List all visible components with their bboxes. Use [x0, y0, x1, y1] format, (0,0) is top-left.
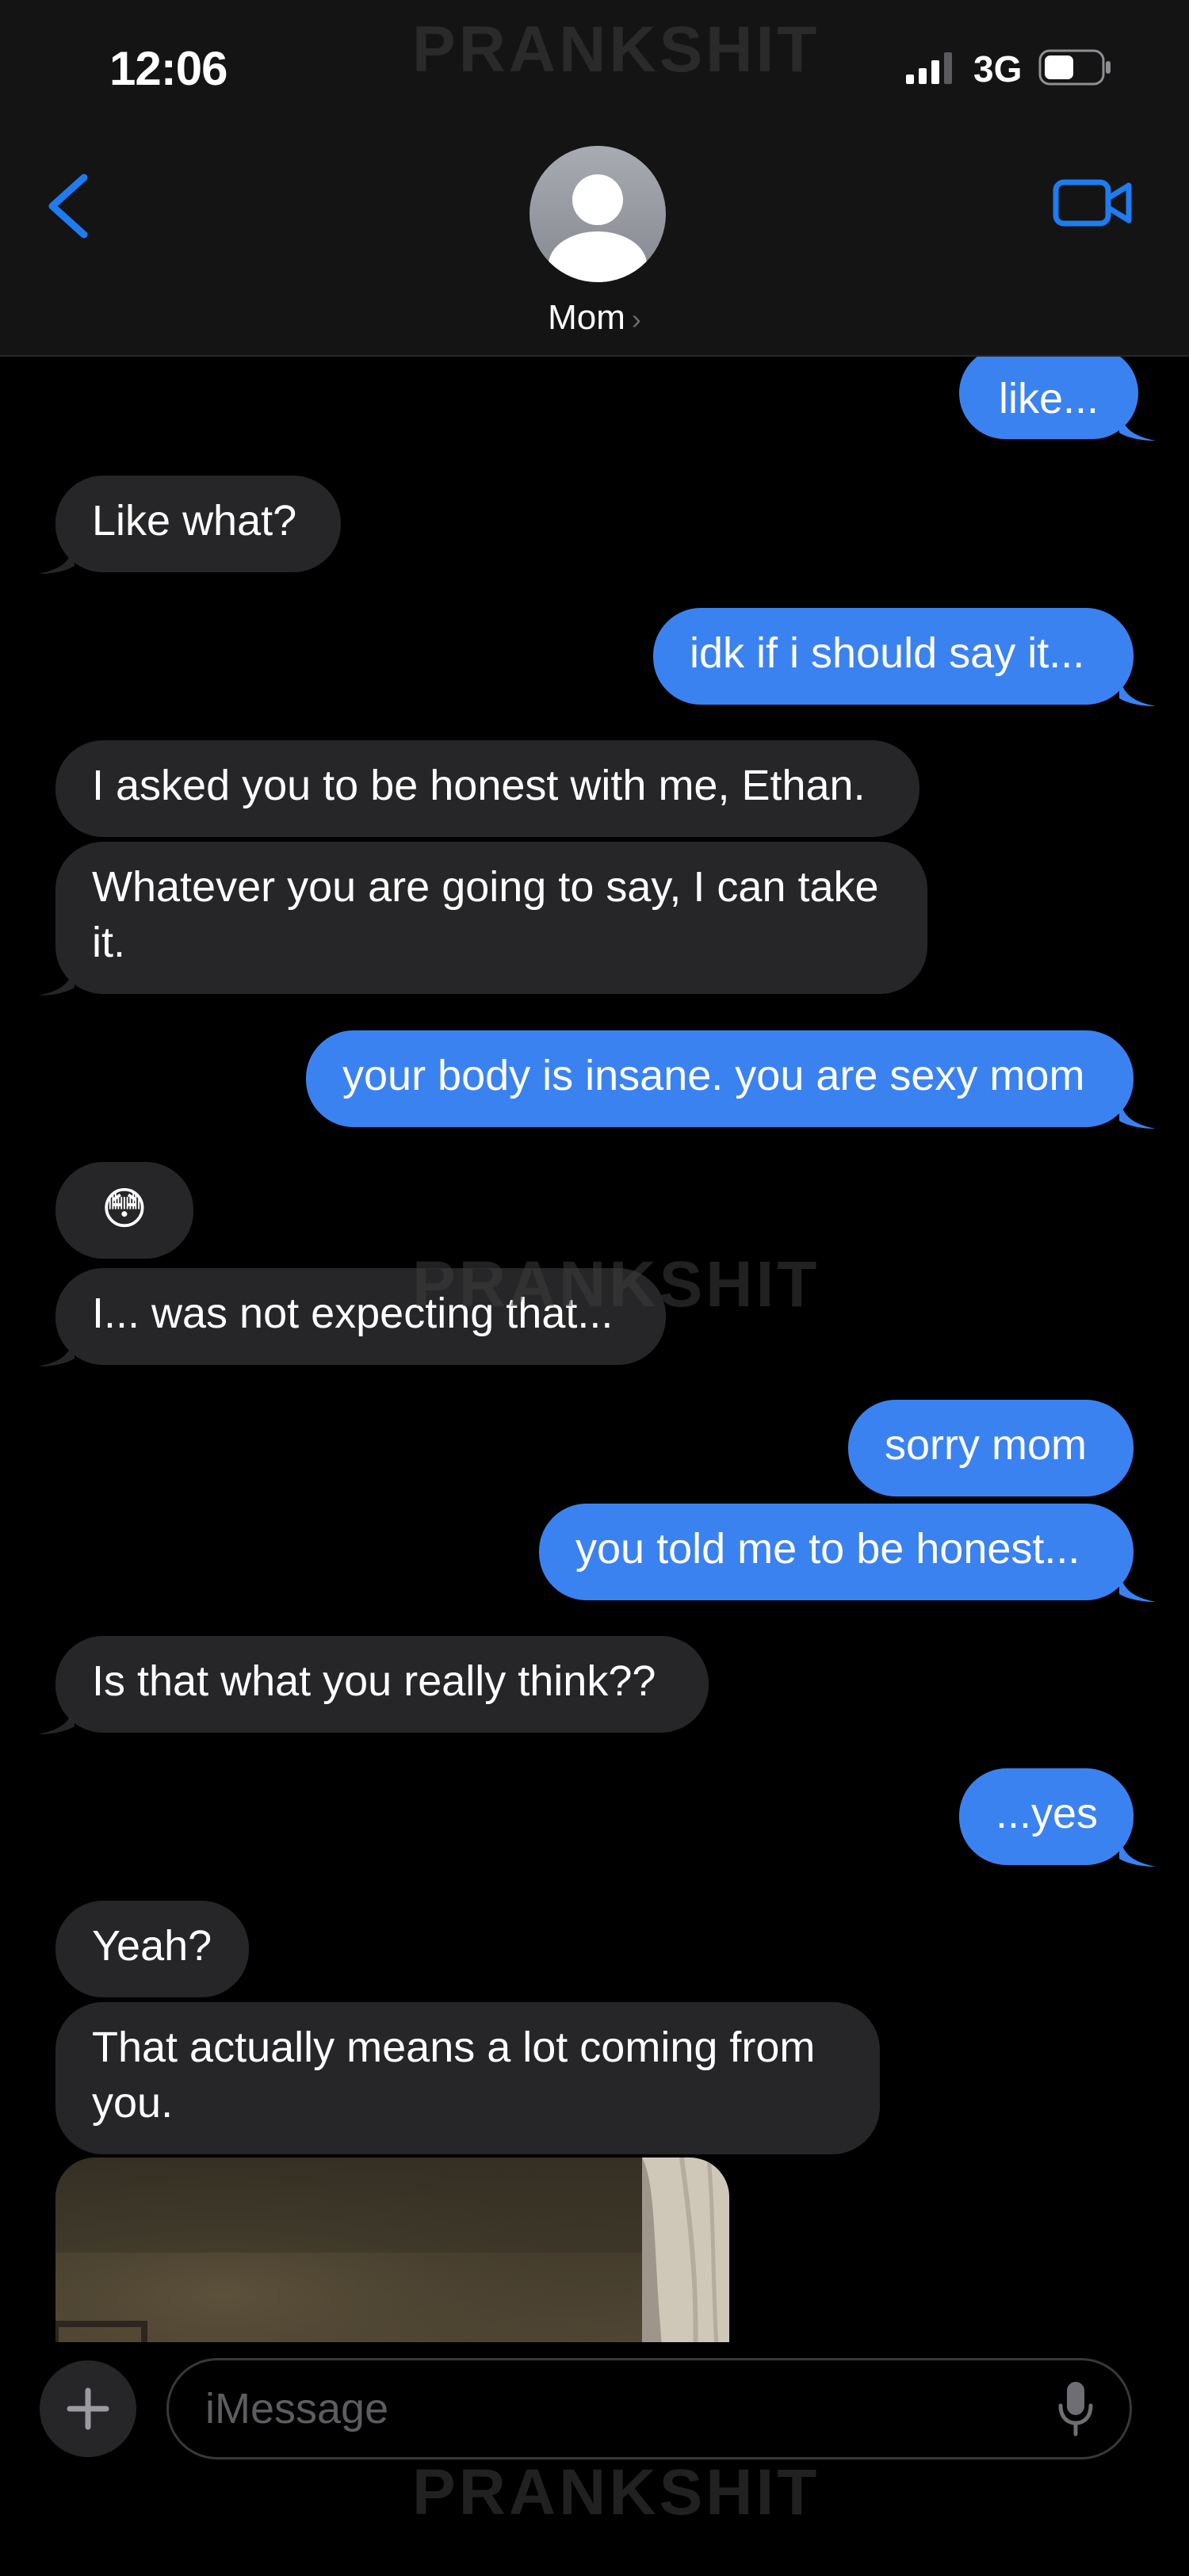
outgoing-bubble-tail [1119, 1097, 1156, 1129]
incoming-message[interactable]: I asked you to be honest with me, Ethan. [55, 740, 919, 837]
message-text: you told me to be honest... [575, 1525, 1080, 1573]
message-text: Whatever you are going to say, I can tak… [92, 863, 879, 966]
incoming-message[interactable]: Whatever you are going to say, I can tak… [55, 842, 927, 994]
chevron-right-icon: › [631, 303, 641, 335]
conversation-header: 12:06 3G Mom › [0, 0, 1189, 357]
outgoing-message[interactable]: sorry mom [848, 1400, 1134, 1496]
message-text: I... was not expecting that... [92, 1290, 614, 1337]
incoming-message[interactable]: I... was not expecting that... [55, 1268, 666, 1365]
message-text: sorry mom [885, 1421, 1087, 1469]
messages-screen: 12:06 3G Mom › PRANKSHIT PRANKSHIT PRANK… [0, 0, 1189, 2576]
contact-name-row: Mom › [476, 298, 713, 338]
message-text: Is that what you really think?? [92, 1657, 656, 1705]
outgoing-bubble-tail [1119, 409, 1156, 441]
message-text: your body is insane. you are sexy mom [342, 1052, 1085, 1099]
message-text: I asked you to be honest with me, Ethan. [92, 762, 866, 809]
incoming-bubble-tail [38, 964, 75, 996]
message-text: Like what? [92, 497, 297, 545]
outgoing-message[interactable]: you told me to be honest... [539, 1504, 1134, 1600]
back-button[interactable] [40, 166, 103, 246]
video-camera-icon [1053, 179, 1132, 227]
incoming-message[interactable]: Like what? [55, 476, 341, 572]
status-time: 12:06 [109, 42, 227, 95]
incoming-bubble-tail [38, 1335, 75, 1366]
outgoing-message[interactable]: like... [959, 347, 1138, 439]
message-text: idk if i should say it... [690, 629, 1085, 677]
person-silhouette-icon [549, 174, 647, 282]
message-text: Yeah? [92, 1922, 212, 1970]
contact-name: Mom [548, 298, 625, 337]
incoming-message[interactable]: Yeah? [55, 1901, 249, 1997]
incoming-emoji-message[interactable]: 😳 [55, 1162, 193, 1259]
outgoing-bubble-tail [1119, 1835, 1156, 1867]
message-compose-bar [0, 2342, 1189, 2576]
incoming-message[interactable]: Is that what you really think?? [55, 1636, 709, 1733]
plus-icon [67, 2387, 109, 2430]
video-call-button[interactable] [1053, 173, 1134, 233]
outgoing-message[interactable]: ...yes [959, 1768, 1134, 1865]
incoming-message[interactable]: That actually means a lot coming from yo… [55, 2002, 880, 2154]
incoming-bubble-tail [38, 542, 75, 574]
battery-icon [1038, 49, 1111, 86]
message-text: like... [998, 375, 1099, 422]
flushed-face-emoji: 😳 [101, 1183, 148, 1233]
message-text: That actually means a lot coming from yo… [92, 2024, 816, 2127]
outgoing-message[interactable]: your body is insane. you are sexy mom [306, 1030, 1134, 1127]
imessage-input[interactable] [166, 2358, 1132, 2459]
message-text: ...yes [996, 1790, 1099, 1837]
chevron-left-icon [48, 174, 88, 239]
outgoing-message[interactable]: idk if i should say it... [653, 608, 1134, 705]
outgoing-bubble-tail [1119, 1570, 1156, 1602]
avatar [530, 146, 666, 282]
contact-header[interactable]: Mom › [476, 143, 713, 341]
outgoing-bubble-tail [1119, 675, 1156, 706]
add-attachment-button[interactable] [40, 2360, 136, 2457]
cellular-signal-icon [906, 52, 952, 84]
incoming-bubble-tail [38, 1703, 75, 1734]
network-type-label: 3G [973, 48, 1023, 90]
microphone-icon[interactable] [1056, 2380, 1095, 2437]
